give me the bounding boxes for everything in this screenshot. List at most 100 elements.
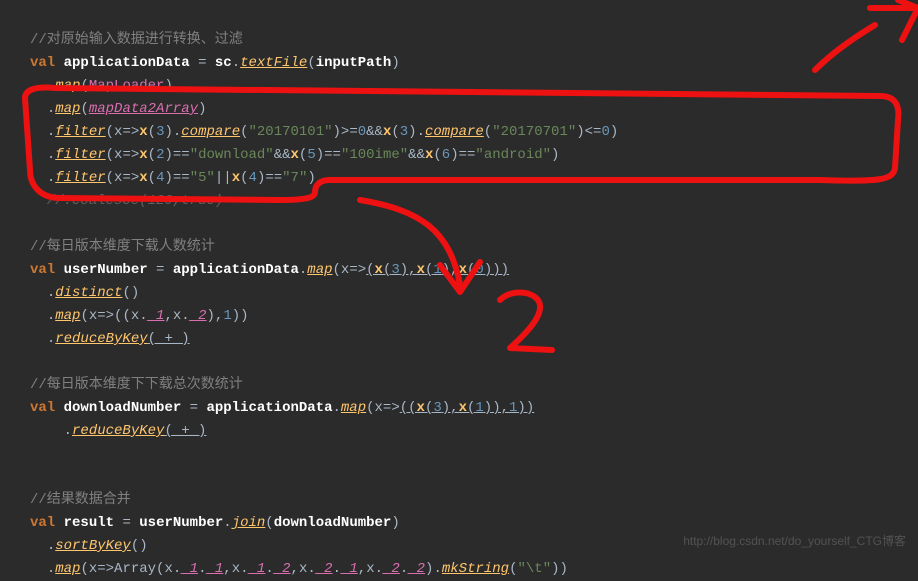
paren: )	[391, 515, 399, 531]
paren: )	[391, 55, 399, 71]
method: distinct	[55, 285, 122, 301]
paren: (	[80, 78, 88, 94]
op: )==	[316, 147, 341, 163]
paren: )))	[484, 262, 509, 278]
paren: ),	[442, 400, 459, 416]
num: 3	[391, 262, 399, 278]
ident: applicationData	[64, 55, 190, 71]
watermark: http://blog.csdn.net/do_yourself_CTG博客	[683, 530, 906, 553]
num: 0	[475, 262, 483, 278]
dot: .	[333, 400, 341, 416]
dot: .	[223, 515, 231, 531]
op: =	[198, 55, 206, 71]
paren: ),	[207, 308, 224, 324]
dot: .	[265, 561, 273, 577]
lambda: (x=>	[106, 124, 140, 140]
paren: (	[433, 147, 441, 163]
paren: ).	[164, 124, 181, 140]
op: ).	[425, 561, 442, 577]
op: ,x.	[164, 308, 189, 324]
method: mkString	[442, 561, 509, 577]
ident: x	[375, 262, 383, 278]
dot: .	[47, 561, 55, 577]
method: filter	[55, 170, 105, 186]
method: filter	[55, 147, 105, 163]
ident: x	[139, 170, 147, 186]
ident: x	[417, 262, 425, 278]
paren: (	[307, 55, 315, 71]
field: _1	[181, 561, 198, 577]
lambda: (x=>((x.	[80, 308, 147, 324]
method: filter	[55, 124, 105, 140]
string: "7"	[282, 170, 307, 186]
ident: downloadNumber	[64, 400, 182, 416]
string: "20170101"	[249, 124, 333, 140]
lambda: (x=>	[106, 147, 140, 163]
dot: .	[47, 538, 55, 554]
ident: result	[64, 515, 114, 531]
string: "5"	[190, 170, 215, 186]
method: reduceByKey	[55, 331, 147, 347]
paren: ).	[408, 124, 425, 140]
field: _2	[383, 561, 400, 577]
op: &&	[274, 147, 291, 163]
lambda: (_+_)	[148, 331, 190, 347]
paren: (	[148, 124, 156, 140]
ident: applicationData	[206, 400, 332, 416]
keyword-val: val	[30, 262, 55, 278]
op: &&	[408, 147, 425, 163]
paren: (	[484, 124, 492, 140]
paren: ),	[442, 262, 459, 278]
paren: )	[198, 101, 206, 117]
string: "\t"	[517, 561, 551, 577]
paren: ))	[232, 308, 249, 324]
keyword-val: val	[30, 400, 55, 416]
num: 1	[223, 308, 231, 324]
dot: .	[47, 101, 55, 117]
string: "download"	[190, 147, 274, 163]
op: ,x.	[223, 561, 248, 577]
op: )==	[164, 170, 189, 186]
num: 1	[475, 400, 483, 416]
lambda: (x=>	[366, 400, 400, 416]
ident: userNumber	[139, 515, 223, 531]
num: 1	[433, 262, 441, 278]
lambda: (x=>	[106, 170, 140, 186]
lambda: (x=>	[333, 262, 367, 278]
field: _1	[206, 561, 223, 577]
field: _2	[408, 561, 425, 577]
field: _1	[249, 561, 266, 577]
method: compare	[181, 124, 240, 140]
dot: .	[47, 170, 55, 186]
ident: x	[139, 147, 147, 163]
dot: .	[64, 423, 72, 439]
method: reduceByKey	[72, 423, 164, 439]
ident: sc	[215, 55, 232, 71]
paren: (	[148, 170, 156, 186]
op: ||	[215, 170, 232, 186]
paren: (	[265, 515, 273, 531]
op: )>=	[333, 124, 358, 140]
code-editor[interactable]: //对原始输入数据进行转换、过滤 val applicationData = s…	[0, 0, 918, 581]
op: )==	[450, 147, 475, 163]
keyword-val: val	[30, 55, 55, 71]
num: 4	[249, 170, 257, 186]
dot: .	[47, 285, 55, 301]
paren: ()	[122, 285, 139, 301]
paren: (	[366, 262, 374, 278]
dot: .	[333, 561, 341, 577]
string: "100ime"	[341, 147, 408, 163]
dot: .	[47, 124, 55, 140]
comment-line: //每日版本维度下下载总次数统计	[30, 377, 243, 393]
num: 0	[358, 124, 366, 140]
dot: .	[47, 331, 55, 347]
dot: .	[232, 55, 240, 71]
paren: ),	[400, 262, 417, 278]
num: 6	[442, 147, 450, 163]
method: map	[55, 308, 80, 324]
method: textFile	[240, 55, 307, 71]
op: )==	[164, 147, 189, 163]
method: map	[341, 400, 366, 416]
num: 5	[307, 147, 315, 163]
op: =	[122, 515, 130, 531]
